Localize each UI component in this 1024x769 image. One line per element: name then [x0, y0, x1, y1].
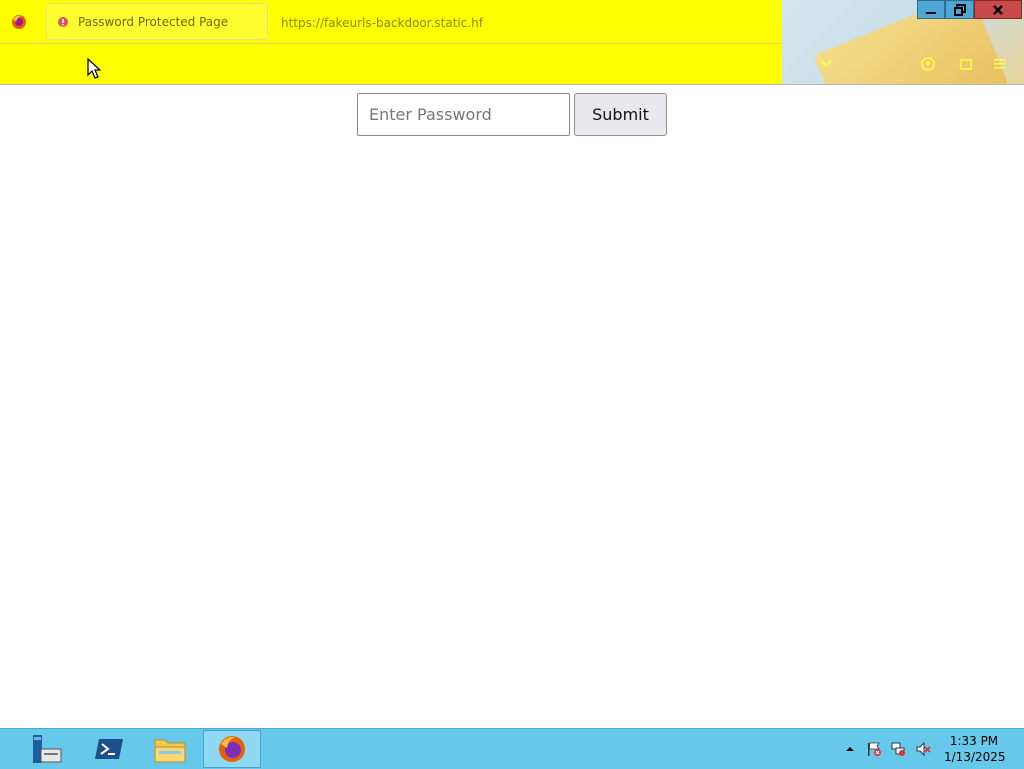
address-bar-url[interactable]: https://fakeurls-backdoor.static.hf — [281, 16, 483, 30]
warning-favicon-icon — [58, 17, 68, 27]
taskbar: 1:33 PM 1/13/2025 — [0, 728, 1024, 769]
taskbar-powershell[interactable] — [80, 730, 138, 768]
taskbar-file-explorer[interactable] — [141, 730, 199, 768]
minimize-icon — [926, 11, 936, 14]
firefox-menu-icon[interactable] — [10, 13, 28, 31]
action-center-flag-icon[interactable] — [866, 741, 882, 757]
server-manager-icon — [33, 735, 62, 763]
page-content: Submit — [0, 85, 1024, 728]
system-clock[interactable]: 1:33 PM 1/13/2025 — [944, 733, 1006, 765]
submit-button[interactable]: Submit — [574, 93, 667, 136]
clock-time: 1:33 PM — [949, 734, 999, 748]
tab-password-protected-page[interactable]: Password Protected Page — [46, 3, 268, 40]
folder-icon — [154, 739, 186, 763]
volume-muted-icon[interactable] — [915, 741, 931, 757]
restore-icon — [953, 3, 966, 16]
taskbar-firefox[interactable] — [203, 730, 261, 768]
hamburger-menu-icon[interactable] — [992, 56, 1008, 72]
close-icon — [993, 4, 1003, 15]
browser-toolbar: Password Protected Page https://fakeurls… — [0, 0, 1024, 85]
firefox-icon — [219, 736, 245, 762]
pocket-icon[interactable] — [818, 56, 834, 72]
minimize-button[interactable] — [917, 0, 945, 19]
tab-title: Password Protected Page — [78, 15, 229, 29]
clock-date: 1/13/2025 — [944, 750, 1006, 764]
taskbar-server-manager[interactable] — [17, 730, 75, 768]
account-icon[interactable] — [920, 56, 936, 72]
powershell-icon — [95, 739, 123, 759]
extensions-icon[interactable] — [958, 56, 974, 72]
mouse-cursor-icon — [87, 58, 101, 79]
password-input[interactable] — [357, 93, 570, 136]
show-hidden-icons-icon[interactable] — [844, 743, 856, 755]
restore-button[interactable] — [945, 0, 974, 19]
close-button[interactable] — [974, 0, 1022, 19]
network-icon[interactable] — [890, 741, 906, 757]
